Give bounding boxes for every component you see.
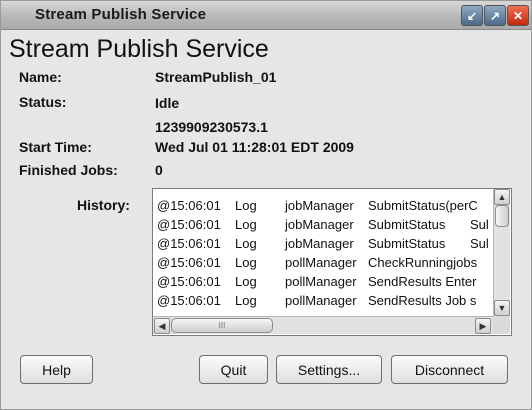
name-label: Name: bbox=[19, 69, 62, 85]
minimize-icon[interactable]: ↙ bbox=[461, 5, 483, 26]
history-list[interactable]: @15:06:01 Log jobManager SubmitStatus(perC @… bbox=[152, 188, 512, 336]
status-label: Status: bbox=[19, 94, 67, 110]
history-cell: @15:06:01 bbox=[157, 217, 221, 232]
help-button[interactable]: Help bbox=[20, 355, 93, 384]
history-cell: @15:06:01 bbox=[157, 236, 221, 251]
history-cell: @15:06:01 bbox=[157, 293, 221, 308]
list-item[interactable]: @15:06:01 Log pollManager SendResults Job s bbox=[157, 293, 497, 312]
maximize-icon[interactable]: ↗ bbox=[484, 5, 506, 26]
history-cell: @15:06:01 bbox=[157, 255, 221, 270]
history-cell: pollManager bbox=[285, 293, 357, 308]
history-label: History: bbox=[77, 197, 130, 213]
history-cell: CheckRunningjobs bbox=[368, 255, 478, 270]
start-id-value: 1239909230573.1 bbox=[155, 119, 268, 135]
history-cell: pollManager bbox=[285, 255, 357, 270]
list-item[interactable]: @15:06:01 Log jobManager SubmitStatus Sul bbox=[157, 236, 497, 255]
history-cell: pollManager bbox=[285, 274, 357, 289]
list-item[interactable]: @15:06:01 Log jobManager SubmitStatus Sul bbox=[157, 217, 497, 236]
history-cell: Sul bbox=[470, 217, 489, 232]
history-cell: SubmitStatus bbox=[368, 236, 446, 251]
list-item[interactable]: @15:06:01 Log pollManager SendResults Enter bbox=[157, 274, 497, 293]
history-cell: SubmitStatus(perC bbox=[368, 198, 478, 213]
history-cell: @15:06:01 bbox=[157, 274, 221, 289]
vertical-scrollbar[interactable]: ▲ ▼ bbox=[493, 189, 510, 316]
history-cell: jobManager bbox=[285, 217, 354, 232]
history-cell: Sul bbox=[470, 236, 489, 251]
scroll-right-icon[interactable]: ▶ bbox=[475, 318, 491, 334]
vertical-scroll-thumb[interactable] bbox=[495, 205, 509, 227]
scroll-corner bbox=[493, 316, 510, 334]
close-icon[interactable]: ✕ bbox=[507, 5, 529, 26]
scroll-up-icon[interactable]: ▲ bbox=[494, 189, 510, 205]
horizontal-scroll-thumb[interactable]: III bbox=[171, 318, 273, 333]
history-cell: @15:06:01 bbox=[157, 198, 221, 213]
window-title: Stream Publish Service bbox=[35, 6, 207, 23]
history-cell: jobManager bbox=[285, 198, 354, 213]
history-cell: Log bbox=[235, 293, 257, 308]
app-window: Stream Publish Service ↙ ↗ ✕ Stream Publ… bbox=[0, 0, 532, 410]
history-cell: Log bbox=[235, 274, 257, 289]
list-item[interactable]: @15:06:01 Log jobManager SubmitStatus(perC bbox=[157, 198, 497, 217]
scroll-left-icon[interactable]: ◀ bbox=[154, 318, 170, 334]
list-item[interactable]: @15:06:01 Log pollManager CheckRunningjobs bbox=[157, 255, 497, 274]
history-cell: jobManager bbox=[285, 236, 354, 251]
horizontal-scrollbar[interactable]: ◀ III ▶ bbox=[153, 316, 493, 334]
history-cell: SendResults Enter bbox=[368, 274, 477, 289]
history-cell: Log bbox=[235, 217, 257, 232]
history-cell: Log bbox=[235, 236, 257, 251]
scroll-down-icon[interactable]: ▼ bbox=[494, 300, 510, 316]
status-value: Idle bbox=[155, 95, 180, 111]
disconnect-button[interactable]: Disconnect bbox=[391, 355, 508, 384]
start-time-label: Start Time: bbox=[19, 139, 92, 155]
history-cell: SendResults Job s bbox=[368, 293, 477, 308]
start-time-value: Wed Jul 01 11:28:01 EDT 2009 bbox=[155, 139, 354, 155]
name-value: StreamPublish_01 bbox=[155, 69, 277, 85]
history-cell: SubmitStatus bbox=[368, 217, 446, 232]
title-bar[interactable]: Stream Publish Service ↙ ↗ ✕ bbox=[1, 1, 531, 30]
page-title: Stream Publish Service bbox=[9, 35, 269, 63]
settings-button[interactable]: Settings... bbox=[276, 355, 382, 384]
history-cell: Log bbox=[235, 198, 257, 213]
quit-button[interactable]: Quit bbox=[199, 355, 268, 384]
history-cell: Log bbox=[235, 255, 257, 270]
finished-jobs-value: 0 bbox=[155, 162, 163, 178]
finished-jobs-label: Finished Jobs: bbox=[19, 162, 118, 178]
